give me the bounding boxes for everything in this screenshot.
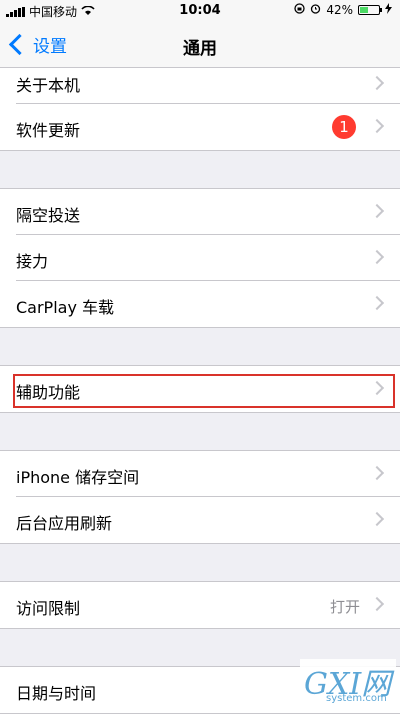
status-right: 42% — [294, 3, 392, 17]
update-badge: 1 — [332, 115, 356, 139]
page-title: 通用 — [183, 39, 217, 59]
status-bar: 中国移动 10:04 42% — [0, 0, 400, 22]
row-value: 打开 — [329, 598, 360, 616]
row-label: CarPlay 车载 — [16, 298, 115, 317]
watermark-logo: GXI网 system.com — [300, 659, 396, 707]
chevron-right-icon — [369, 203, 385, 219]
row-label: 关于本机 — [16, 76, 81, 95]
alarm-icon — [310, 3, 321, 17]
row-background-refresh[interactable]: 后台应用刷新 — [16, 497, 400, 543]
chevron-right-icon — [369, 75, 385, 91]
row-label: 日期与时间 — [16, 684, 97, 703]
row-handoff[interactable]: 接力 — [16, 235, 400, 281]
settings-group-about: 关于本机 软件更新 1 — [0, 68, 400, 151]
row-label: 访问限制 — [16, 599, 81, 618]
row-restrictions[interactable]: 访问限制 打开 — [16, 582, 400, 628]
settings-group-storage: iPhone 储存空间 后台应用刷新 — [0, 450, 400, 544]
battery-percent: 42% — [326, 3, 353, 17]
row-iphone-storage[interactable]: iPhone 储存空间 — [16, 451, 400, 497]
row-label: 隔空投送 — [16, 206, 81, 225]
chevron-right-icon — [369, 511, 385, 527]
row-label: 接力 — [16, 252, 49, 271]
chevron-right-icon — [369, 596, 385, 612]
chevron-right-icon — [369, 465, 385, 481]
row-software-update[interactable]: 软件更新 1 — [16, 104, 400, 150]
row-label: iPhone 储存空间 — [16, 468, 140, 487]
chevron-right-icon — [369, 249, 385, 265]
watermark-small: system.com — [326, 693, 387, 704]
chevron-right-icon — [369, 118, 385, 134]
row-label: 软件更新 — [16, 121, 81, 140]
row-airdrop[interactable]: 隔空投送 — [16, 189, 400, 235]
settings-group-connectivity: 隔空投送 接力 CarPlay 车载 — [0, 188, 400, 328]
settings-group-restrictions: 访问限制 打开 — [0, 581, 400, 629]
row-carplay[interactable]: CarPlay 车载 — [16, 281, 400, 327]
row-label: 后台应用刷新 — [16, 514, 113, 533]
chevron-right-icon — [369, 295, 385, 311]
highlight-box — [13, 374, 395, 408]
battery-icon — [358, 5, 382, 15]
rotation-lock-icon — [294, 3, 305, 17]
navigation-bar: 设置 通用 — [0, 22, 400, 68]
row-about[interactable]: 关于本机 — [16, 68, 400, 104]
charging-icon — [385, 3, 392, 17]
